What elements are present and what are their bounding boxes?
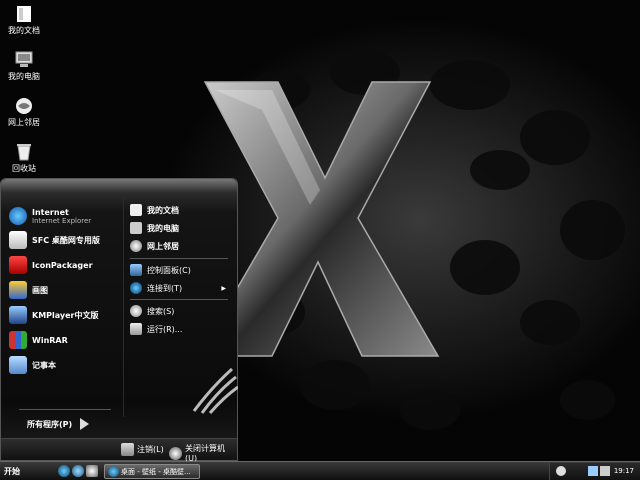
recycle-bin-icon (14, 142, 34, 162)
claw-marks-icon (192, 367, 238, 414)
power-icon (169, 446, 182, 460)
menu-separator (130, 299, 228, 300)
menu-item-kmplayer[interactable]: KMPlayer中文版 (9, 304, 121, 326)
iconpackager-icon (9, 256, 27, 274)
desktop-icon-label: 网上邻居 (8, 118, 40, 127)
logoff-label: 注销(L) (137, 445, 164, 454)
desktop-icon-label: 回收站 (12, 164, 36, 173)
menu-item-label: 网上邻居 (147, 241, 179, 251)
menu-item-label: 画图 (32, 285, 48, 295)
system-tray: 19:17 (549, 463, 640, 480)
desktop-icon-recycle-bin[interactable]: 回收站 (2, 142, 46, 174)
menu-item-connect-to[interactable]: 连接到(T) ▶ (130, 281, 234, 295)
menu-item-paint[interactable]: 画图 (9, 279, 121, 301)
shutdown-button[interactable]: 关闭计算机(U) (169, 443, 237, 463)
desktop-icon-label: 我的文档 (8, 26, 40, 35)
menu-item-label: 运行(R)... (147, 324, 183, 334)
control-panel-icon (130, 264, 142, 276)
my-computer-icon (14, 50, 34, 70)
logoff-button[interactable]: 注销(L) (121, 443, 164, 456)
menu-item-sublabel: Internet Explorer (32, 216, 92, 225)
kmplayer-icon (9, 306, 27, 324)
menu-item-control-panel[interactable]: 控制面板(C) (130, 263, 234, 277)
taskbar-window-button[interactable]: 桌面 - 壁纸 - 桌酷壁... (104, 464, 200, 479)
arrow-right-icon (80, 418, 90, 430)
paint-icon (9, 281, 27, 299)
submenu-arrow-icon: ▶ (221, 284, 226, 292)
shutdown-label: 关闭计算机(U) (184, 444, 225, 463)
run-icon (130, 323, 142, 335)
menu-item-network[interactable]: 网上邻居 (130, 239, 234, 253)
menu-item-label: Internet (32, 207, 69, 217)
tray-network-icon[interactable] (588, 466, 598, 476)
menu-item-label: 我的电脑 (147, 223, 179, 233)
all-programs-label: 所有程序(P) (27, 419, 73, 429)
menu-item-label: 我的文档 (147, 205, 179, 215)
menu-item-internet[interactable]: Internet Internet Explorer (9, 203, 121, 229)
tray-volume-icon[interactable] (600, 466, 610, 476)
my-documents-icon (14, 4, 34, 24)
taskbar-clock: 19:17 (613, 467, 634, 475)
my-computer-icon (130, 222, 142, 234)
quicklaunch-ie-icon[interactable] (58, 465, 70, 477)
menu-item-winrar[interactable]: WinRAR (9, 329, 121, 351)
winrar-icon (9, 331, 27, 349)
desktop-icon-label: 我的电脑 (8, 72, 40, 81)
menu-separator (130, 258, 228, 259)
internet-explorer-icon (9, 207, 27, 225)
menu-item-search[interactable]: 搜索(S) (130, 304, 234, 318)
menu-item-label: WinRAR (32, 335, 68, 345)
menu-item-iconpackager[interactable]: IconPackager (9, 254, 121, 276)
menu-item-label: SFC 桌酷网专用版 (32, 235, 100, 245)
menu-item-label: 连接到(T) (147, 283, 183, 293)
quicklaunch-desktop-icon[interactable] (86, 465, 98, 477)
menu-item-my-documents[interactable]: 我的文档 (130, 203, 234, 217)
menu-item-my-computer[interactable]: 我的电脑 (130, 221, 234, 235)
start-menu: Internet Internet Explorer SFC 桌酷网专用版 Ic… (0, 178, 238, 463)
desktop-icon-my-computer[interactable]: 我的电脑 (2, 50, 46, 82)
notepad-icon (9, 356, 27, 374)
key-icon (121, 443, 134, 456)
menu-item-label: 记事本 (32, 360, 56, 370)
menu-item-label: IconPackager (32, 260, 93, 270)
menu-item-internet-text: Internet Internet Explorer (32, 208, 91, 225)
taskbar-window-title: 桌面 - 壁纸 - 桌酷壁... (121, 468, 191, 476)
network-icon (130, 240, 142, 252)
start-menu-places-list: 我的文档 我的电脑 网上邻居 控制面板(C) 连接到(T) ▶ 搜索(S) 运行… (123, 197, 238, 417)
desktop-icon-my-documents[interactable]: 我的文档 (2, 4, 46, 36)
sfc-icon (9, 231, 27, 249)
search-icon (130, 305, 142, 317)
start-label: 开始 (4, 467, 20, 476)
start-button[interactable]: 开始 (0, 462, 44, 480)
menu-item-run[interactable]: 运行(R)... (130, 322, 234, 336)
menu-item-notepad[interactable]: 记事本 (9, 354, 121, 376)
all-programs-button[interactable]: 所有程序(P) (27, 418, 90, 430)
menu-item-sfc[interactable]: SFC 桌酷网专用版 (9, 229, 121, 251)
menu-separator (19, 409, 111, 410)
my-documents-icon (130, 204, 142, 216)
network-icon (14, 96, 34, 116)
tray-arrow-icon[interactable] (556, 466, 566, 476)
start-menu-footer: 注销(L) 关闭计算机(U) (1, 438, 237, 463)
start-menu-pinned-list: Internet Internet Explorer SFC 桌酷网专用版 Ic… (5, 197, 123, 417)
connect-icon (130, 282, 142, 294)
menu-item-label: 搜索(S) (147, 306, 175, 316)
menu-item-label: KMPlayer中文版 (32, 310, 99, 320)
desktop-icon-network[interactable]: 网上邻居 (2, 96, 46, 128)
quicklaunch-browser-icon[interactable] (72, 465, 84, 477)
start-menu-header (1, 179, 237, 193)
menu-item-label: 控制面板(C) (147, 265, 191, 275)
internet-explorer-icon (108, 466, 119, 477)
taskbar: 开始 桌面 - 壁纸 - 桌酷壁... 19:17 (0, 461, 640, 480)
